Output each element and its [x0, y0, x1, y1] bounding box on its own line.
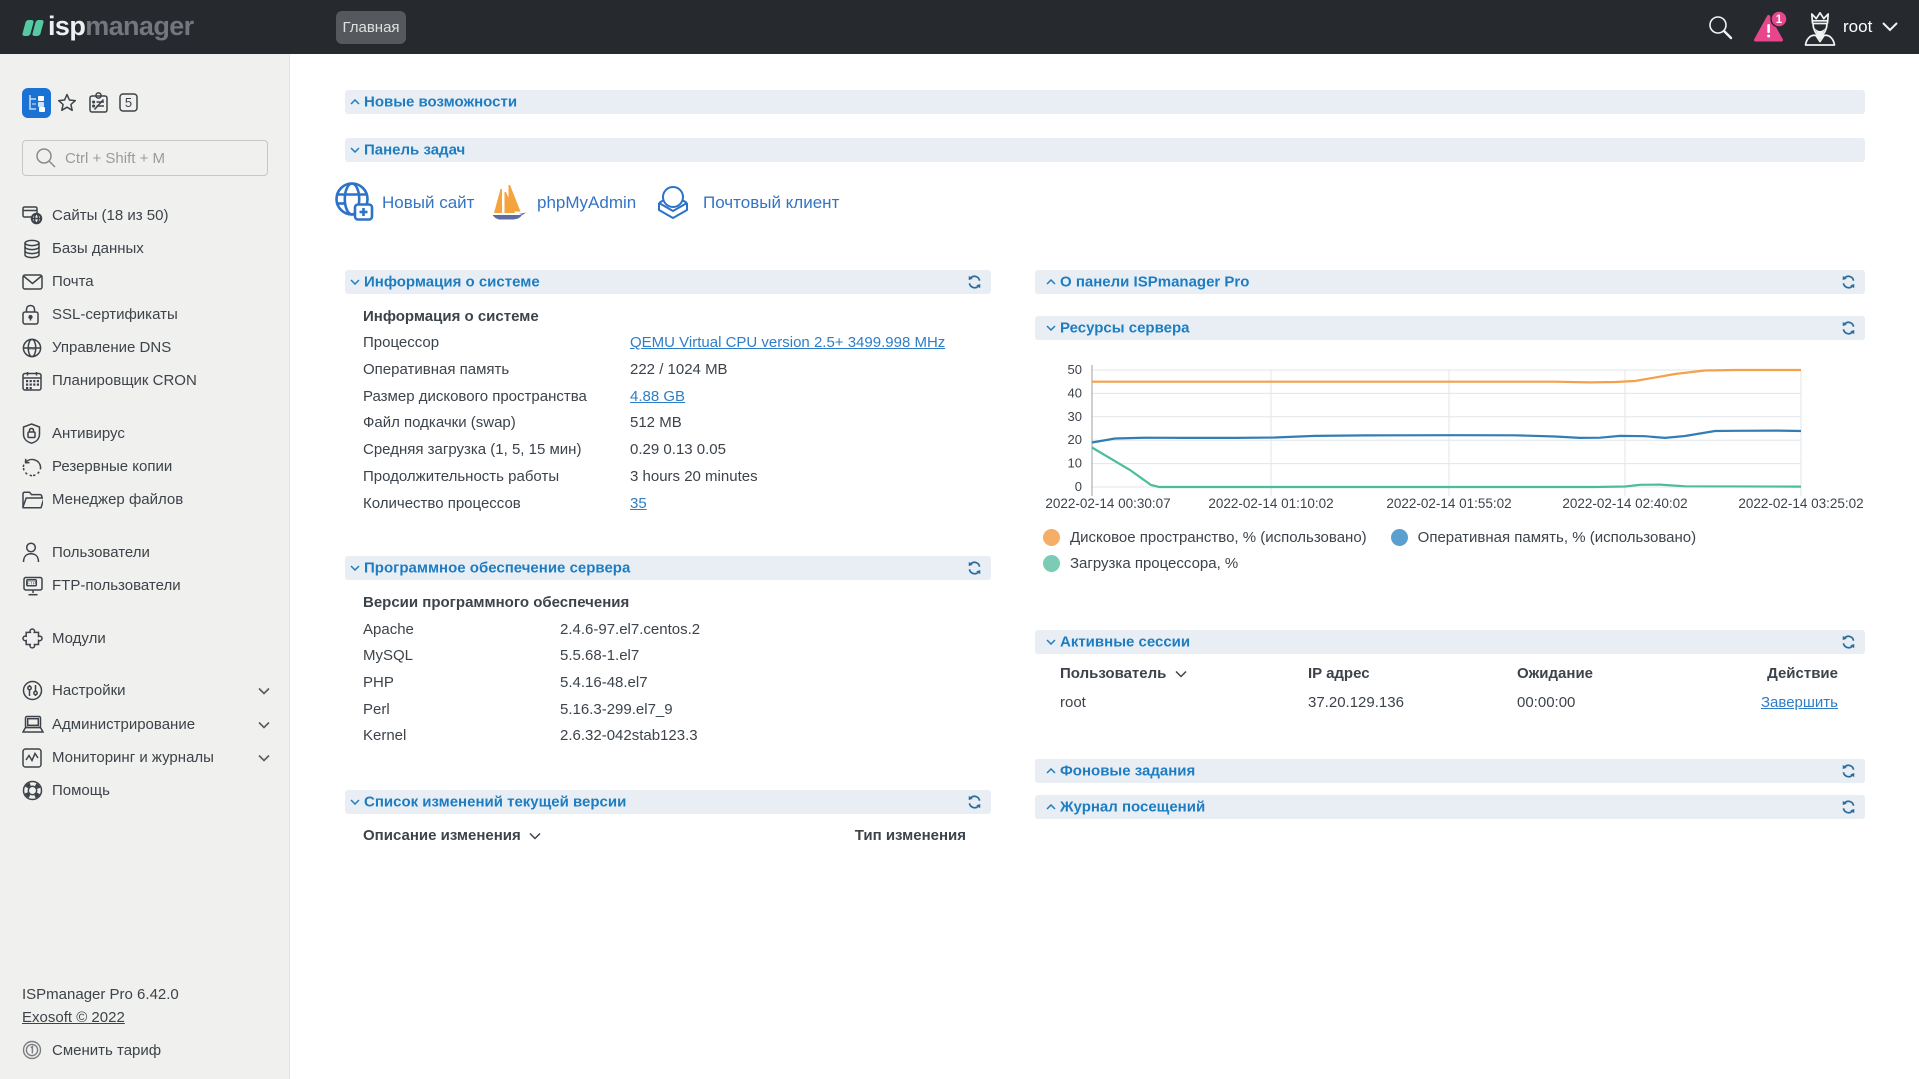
- svg-text:5: 5: [125, 95, 132, 110]
- svg-text:0: 0: [1075, 479, 1082, 494]
- svg-text:2022-02-14 03:25:02: 2022-02-14 03:25:02: [1738, 496, 1863, 511]
- svg-text:50: 50: [1068, 362, 1082, 377]
- svg-text:40: 40: [1068, 385, 1082, 400]
- svg-text:2022-02-14 00:30:07: 2022-02-14 00:30:07: [1045, 496, 1170, 511]
- svg-text:20: 20: [1068, 432, 1082, 447]
- svg-text:2022-02-14 02:40:02: 2022-02-14 02:40:02: [1562, 496, 1687, 511]
- svg-text:10: 10: [1068, 456, 1082, 471]
- svg-text:30: 30: [1068, 409, 1082, 424]
- svg-text:FTP: FTP: [27, 580, 36, 585]
- svg-text:DNS: DNS: [27, 346, 37, 351]
- svg-text:2022-02-14 01:55:02: 2022-02-14 01:55:02: [1386, 496, 1511, 511]
- svg-text:1: 1: [1776, 14, 1783, 26]
- svg-text:2022-02-14 01:10:02: 2022-02-14 01:10:02: [1208, 496, 1333, 511]
